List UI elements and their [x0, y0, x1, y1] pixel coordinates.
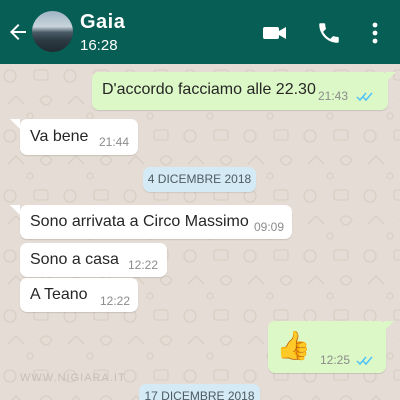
incoming-message[interactable]: Va bene 21:44 — [20, 119, 138, 155]
bubble-tail — [10, 119, 20, 129]
message-text: Sono arrivata a Circo Massimo — [30, 213, 249, 230]
back-arrow-icon[interactable] — [6, 20, 30, 44]
chat-header: Gaia 16:28 — [0, 0, 400, 64]
message-text: D'accordo facciamo alle 22.30 — [102, 81, 316, 98]
bubble-tail — [384, 321, 394, 331]
avatar[interactable] — [32, 11, 73, 52]
message-time: 12:25 — [320, 353, 351, 367]
incoming-message[interactable]: Sono a casa 12:22 — [20, 243, 167, 277]
outgoing-message[interactable]: 👍 12:25 — [268, 321, 386, 373]
message-time: 21:43 — [318, 89, 349, 103]
read-receipt-icon — [356, 92, 373, 102]
emoji-thumbs-up: 👍 — [276, 330, 311, 361]
outgoing-message[interactable]: D'accordo facciamo alle 22.30 21:43 — [92, 72, 388, 110]
watermark: WWW.NIGIARA.IT — [20, 372, 126, 384]
chat-area[interactable]: D'accordo facciamo alle 22.30 21:43 Va b… — [0, 64, 400, 400]
message-text: A Teano — [30, 286, 88, 303]
bubble-tail — [386, 72, 396, 82]
date-separator: 4 DICEMBRE 2018 — [143, 167, 256, 192]
message-time: 12:22 — [128, 258, 159, 272]
incoming-message[interactable]: A Teano 12:22 — [20, 278, 138, 312]
last-seen-status: 16:28 — [80, 37, 118, 54]
read-receipt-icon — [356, 356, 373, 366]
message-text: Sono a casa — [30, 251, 119, 268]
message-time: 21:44 — [99, 135, 130, 149]
incoming-message[interactable]: Sono arrivata a Circo Massimo 09:09 — [20, 205, 292, 239]
date-separator: 17 DICEMBRE 2018 — [139, 384, 260, 400]
message-time: 09:09 — [254, 220, 285, 234]
bubble-tail — [10, 205, 20, 215]
message-text: Va bene — [30, 128, 89, 145]
contact-name[interactable]: Gaia — [80, 11, 125, 34]
more-options-icon[interactable] — [362, 20, 388, 46]
message-time: 12:22 — [100, 294, 131, 308]
video-call-icon[interactable] — [262, 20, 288, 46]
phone-call-icon[interactable] — [316, 20, 342, 46]
